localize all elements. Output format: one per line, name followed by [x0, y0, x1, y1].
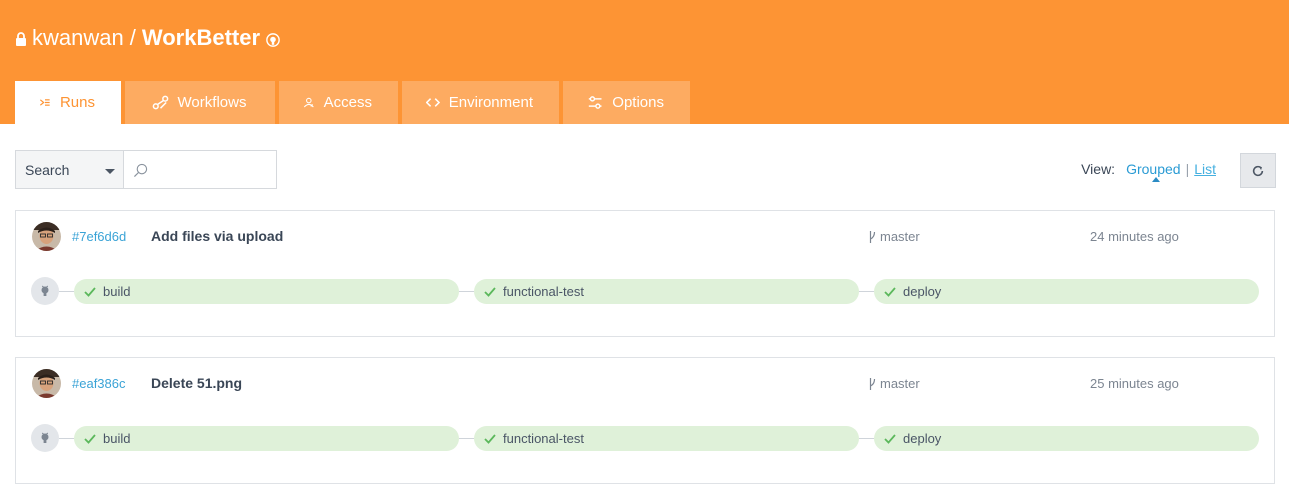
branch: master: [869, 376, 920, 391]
job-build[interactable]: build: [74, 426, 459, 451]
tab-options[interactable]: Options: [563, 81, 690, 124]
search-input-box: [124, 151, 276, 188]
pipeline-connector: [459, 291, 474, 292]
tab-environment[interactable]: Environment: [402, 81, 559, 124]
github-icon: [41, 285, 49, 296]
branch-icon: [869, 230, 876, 243]
runs-icon: [39, 99, 50, 106]
lock-icon: [16, 32, 26, 46]
search-icon: [133, 163, 148, 178]
github-icon: [41, 432, 49, 443]
branch-icon: [869, 377, 876, 390]
search-bar: Search: [15, 150, 277, 189]
search-type-select[interactable]: Search: [16, 151, 124, 188]
github-trigger-icon: [31, 424, 59, 452]
view-list-link[interactable]: List: [1194, 161, 1216, 177]
tab-workflows-label: Workflows: [177, 94, 247, 111]
run-time: 24 minutes ago: [1090, 229, 1179, 244]
run-card: #7ef6d6d Add files via upload master 24 …: [15, 210, 1275, 337]
commit-hash-link[interactable]: #7ef6d6d: [72, 229, 126, 244]
code-icon: [426, 98, 440, 107]
job-name: functional-test: [503, 284, 584, 299]
branch-name: master: [880, 376, 920, 391]
check-icon: [484, 286, 496, 297]
access-icon: [303, 97, 314, 108]
repo-owner[interactable]: kwanwan: [32, 25, 124, 51]
check-icon: [84, 286, 96, 297]
job-name: functional-test: [503, 431, 584, 446]
pipeline-connector: [459, 438, 474, 439]
repo-tabs: Runs Workflows Access Environment Option…: [15, 81, 690, 124]
pipeline-connector: [59, 438, 74, 439]
job-functional-test[interactable]: functional-test: [474, 279, 859, 304]
branch: master: [869, 229, 920, 244]
pipeline-connector: [59, 291, 74, 292]
tab-runs[interactable]: Runs: [15, 81, 121, 124]
check-icon: [84, 433, 96, 444]
view-switcher: View: Grouped | List: [1081, 161, 1216, 182]
refresh-button[interactable]: [1240, 153, 1276, 188]
caret-down-icon: [105, 169, 115, 174]
run-card: #eaf386c Delete 51.png master 25 minutes…: [15, 357, 1275, 484]
search-type-value: Search: [25, 161, 70, 178]
branch-name: master: [880, 229, 920, 244]
repo-separator: /: [129, 25, 136, 50]
job-name: build: [103, 284, 131, 299]
repo-title: kwanwan / WorkBetter: [15, 25, 280, 51]
commit-message: Delete 51.png: [151, 375, 243, 391]
workflows-icon: [152, 95, 168, 110]
avatar[interactable]: [32, 369, 61, 398]
avatar[interactable]: [32, 222, 61, 251]
tab-workflows[interactable]: Workflows: [125, 81, 275, 124]
view-grouped-label: Grouped: [1126, 161, 1181, 177]
job-name: deploy: [903, 284, 942, 299]
tab-runs-label: Runs: [59, 94, 95, 111]
run-time: 25 minutes ago: [1090, 376, 1179, 391]
commit-hash-link[interactable]: #eaf386c: [72, 376, 126, 391]
check-icon: [484, 433, 496, 444]
refresh-icon: [1252, 165, 1264, 176]
check-icon: [884, 433, 896, 444]
tab-access-label: Access: [323, 94, 372, 111]
github-icon[interactable]: [266, 33, 280, 47]
view-grouped-link[interactable]: Grouped: [1126, 161, 1181, 182]
view-separator: |: [1185, 161, 1190, 177]
view-label: View:: [1081, 161, 1116, 177]
tab-access[interactable]: Access: [279, 81, 398, 124]
repo-name[interactable]: WorkBetter: [142, 25, 260, 51]
github-trigger-icon: [31, 277, 59, 305]
job-build[interactable]: build: [74, 279, 459, 304]
check-icon: [884, 286, 896, 297]
pipeline-connector: [859, 291, 874, 292]
tab-environment-label: Environment: [448, 94, 533, 111]
repo-header: kwanwan / WorkBetter Runs Workflows Acce…: [0, 0, 1289, 124]
pipeline-connector: [859, 438, 874, 439]
avatar-image: [32, 222, 61, 251]
commit-message: Add files via upload: [151, 228, 284, 244]
job-name: build: [103, 431, 131, 446]
tab-options-label: Options: [612, 94, 664, 111]
selected-indicator-icon: [1152, 177, 1161, 182]
job-deploy[interactable]: deploy: [874, 426, 1259, 451]
job-deploy[interactable]: deploy: [874, 279, 1259, 304]
avatar-image: [32, 369, 61, 398]
job-functional-test[interactable]: functional-test: [474, 426, 859, 451]
options-icon: [588, 96, 602, 109]
job-name: deploy: [903, 431, 942, 446]
